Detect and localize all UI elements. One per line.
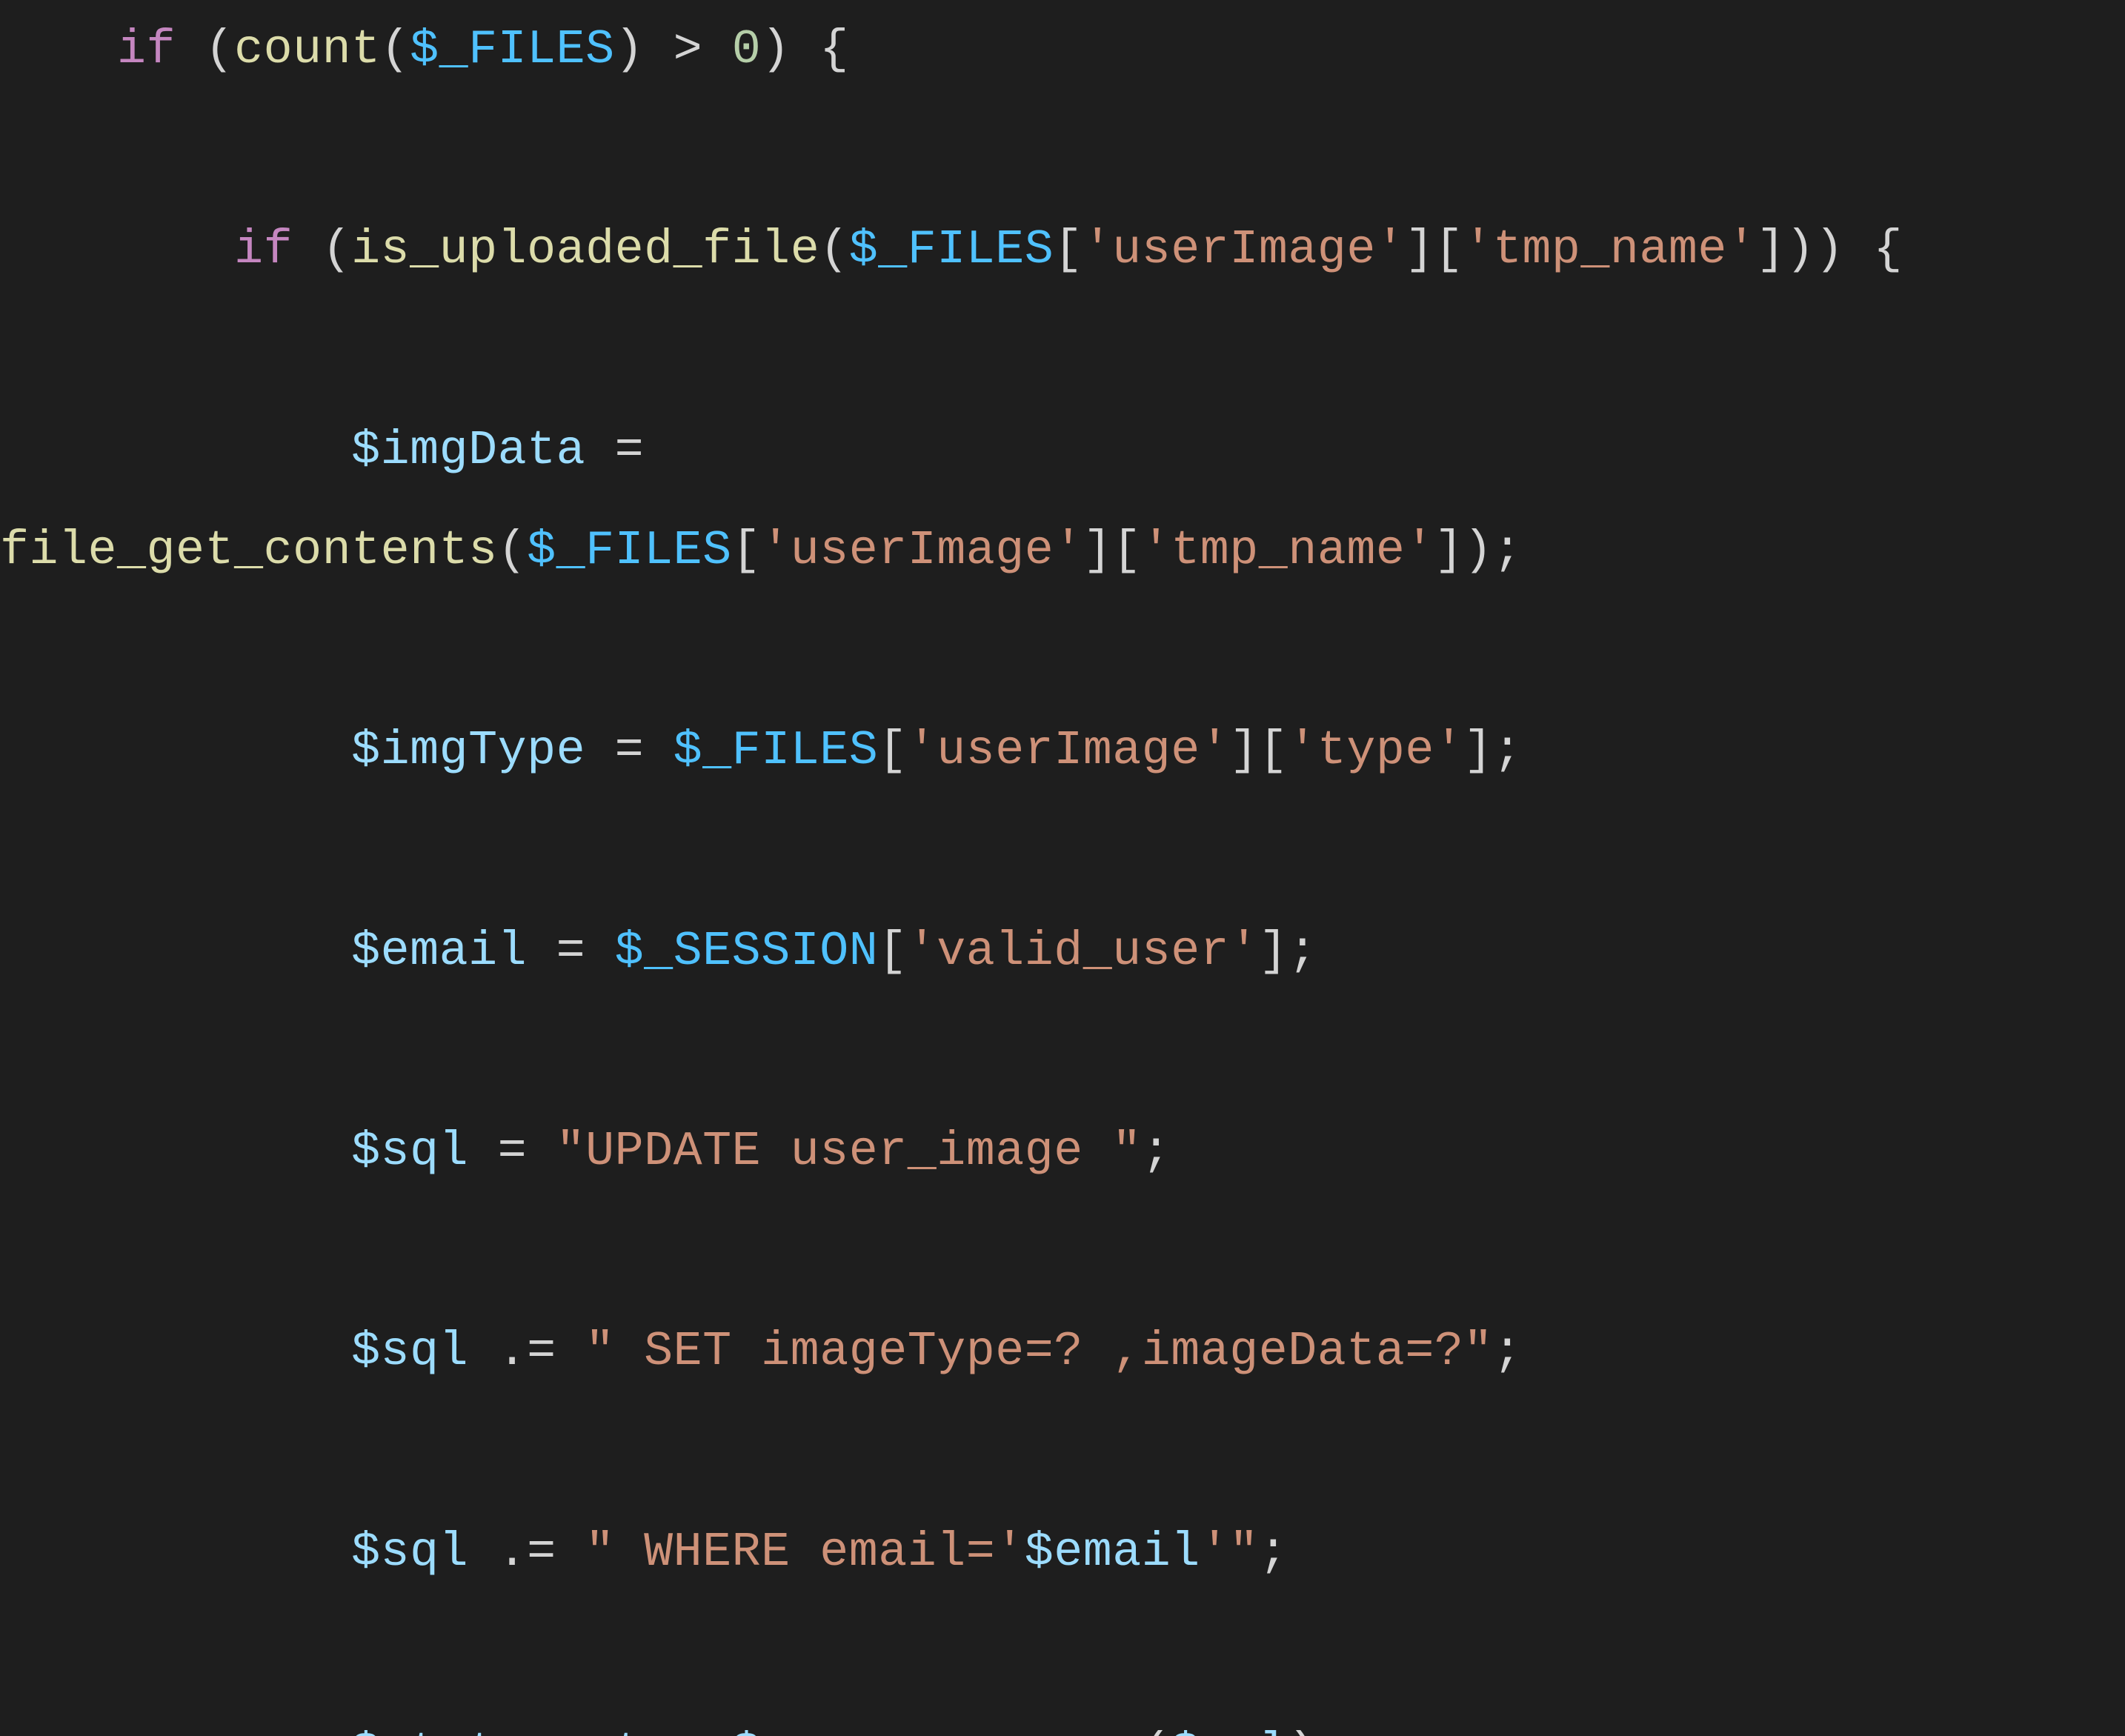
code-line: $statement = $conn->prepare($sql); <box>0 1725 1346 1736</box>
code-line: $sql = "UPDATE user_image "; <box>0 1124 1171 1179</box>
code-line: file_get_contents($_FILES['userImage']['… <box>0 523 1522 578</box>
code-line: if (count($_FILES) > 0) { <box>0 22 849 77</box>
code-line: $imgData = <box>0 423 644 478</box>
code-line: $sql .= " WHERE email='$email'"; <box>0 1525 1288 1580</box>
code-editor[interactable]: if (count($_FILES) > 0) { if (is_uploade… <box>0 0 2125 1736</box>
code-line: $sql .= " SET imageType=? ,imageData=?"; <box>0 1324 1522 1379</box>
code-line: $email = $_SESSION['valid_user']; <box>0 924 1317 979</box>
code-line: if (is_uploaded_file($_FILES['userImage'… <box>0 222 1903 277</box>
code-line: $imgType = $_FILES['userImage']['type']; <box>0 723 1522 778</box>
